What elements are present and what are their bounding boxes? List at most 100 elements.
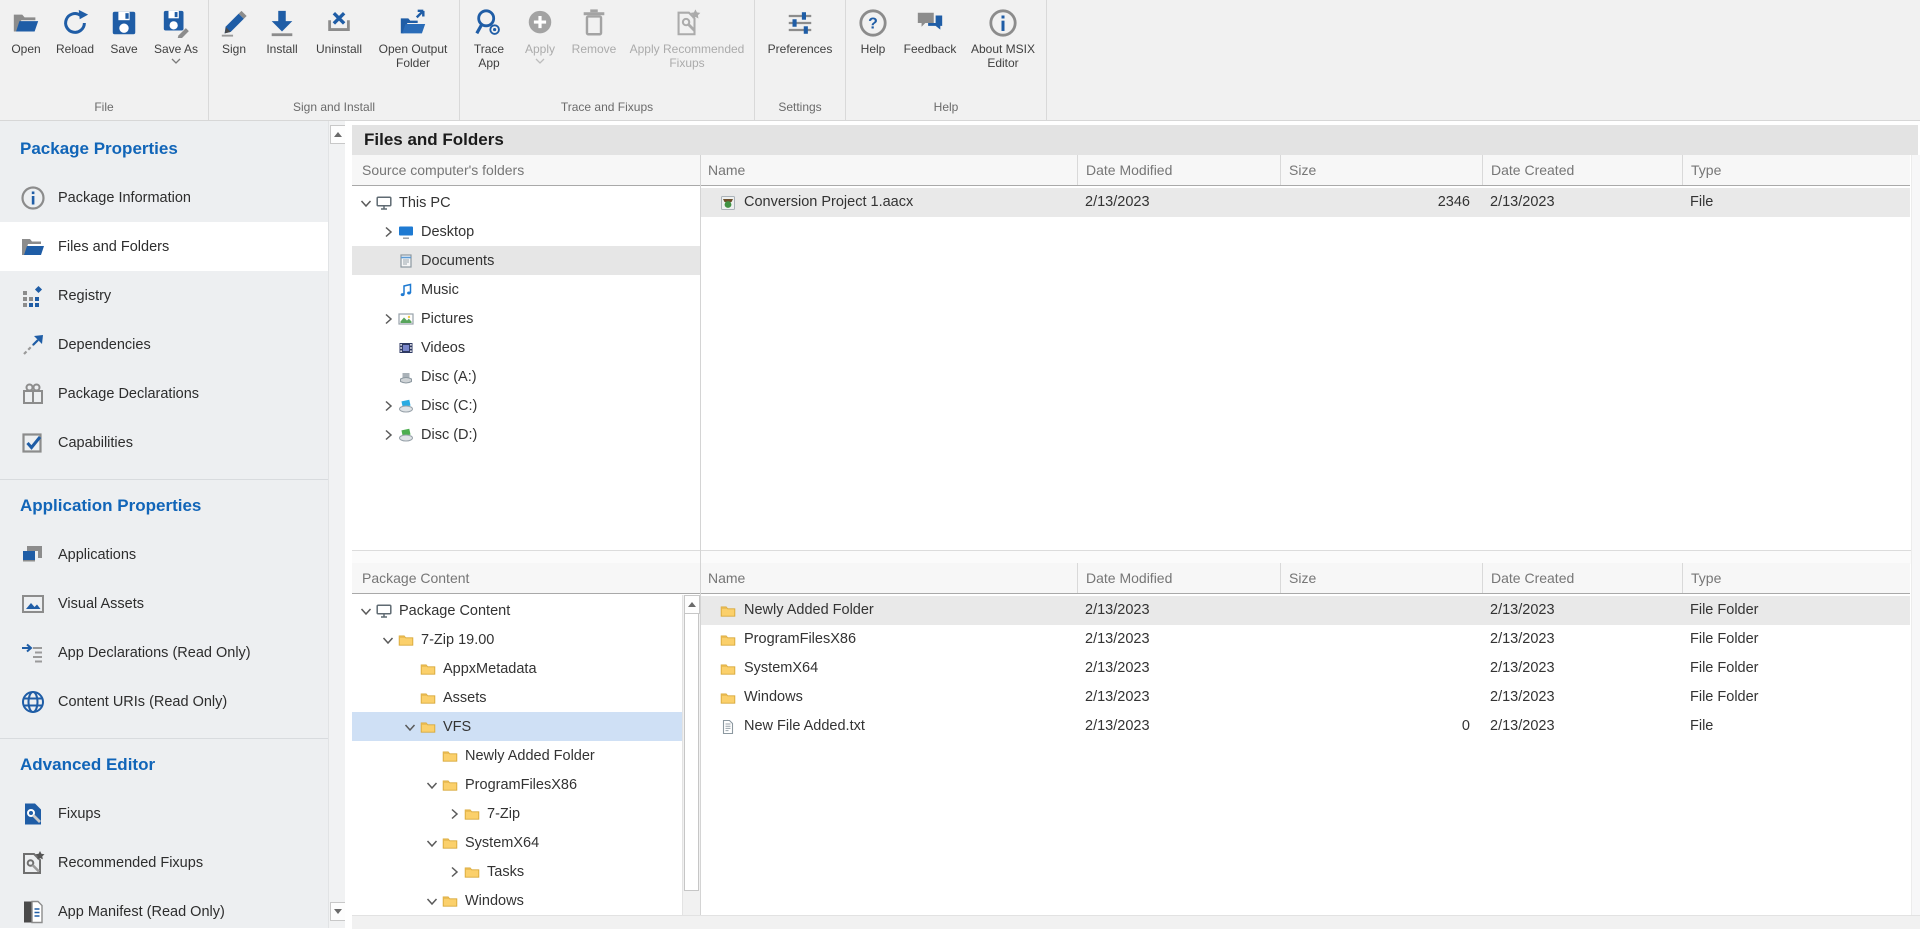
tree-item-vfs[interactable]: VFS: [352, 712, 683, 741]
table-row-newly-added-folder[interactable]: Newly Added Folder2/13/20232/13/2023File…: [700, 596, 1910, 625]
preferences-button[interactable]: Preferences: [758, 0, 842, 56]
save-as-button[interactable]: Save As: [147, 0, 205, 64]
tree-item-label: Package Content: [399, 603, 510, 619]
chevron-right-icon[interactable]: [380, 427, 396, 443]
table-row-programfilesx86[interactable]: ProgramFilesX862/13/20232/13/2023File Fo…: [700, 625, 1910, 654]
tree-item-this-pc[interactable]: This PC: [352, 188, 700, 217]
install-button[interactable]: Install: [256, 0, 308, 56]
sidebar-item-label: App Declarations (Read Only): [58, 645, 251, 661]
sign-button[interactable]: Sign: [212, 0, 256, 56]
table-row-conversion-project-1-aacx[interactable]: Conversion Project 1.aacx2/13/202323462/…: [700, 188, 1910, 217]
table-row-windows[interactable]: Windows2/13/20232/13/2023File Folder: [700, 683, 1910, 712]
trace-app-button[interactable]: Trace App: [463, 0, 515, 70]
chevron-down-icon[interactable]: [402, 719, 418, 735]
tree-item-videos[interactable]: Videos: [352, 333, 700, 362]
tree-item-disc-c[interactable]: Disc (C:): [352, 391, 700, 420]
chevron-right-icon[interactable]: [380, 311, 396, 327]
tree-item-pictures[interactable]: Pictures: [352, 304, 700, 333]
remove-button[interactable]: Remove: [565, 0, 623, 56]
table-row-new-file-added-txt[interactable]: New File Added.txt2/13/202302/13/2023Fil…: [700, 712, 1910, 741]
chevron-down-icon[interactable]: [424, 893, 440, 909]
apply-recommended-fixups-button[interactable]: Apply Recommended Fixups: [623, 0, 751, 70]
column-header-size[interactable]: Size: [1280, 155, 1482, 185]
horizontal-splitter[interactable]: [352, 550, 1920, 564]
tree-item-disc-a[interactable]: Disc (A:): [352, 362, 700, 391]
vertical-scrollbar-track[interactable]: [1911, 155, 1920, 915]
sidebar-item-recommended-fixups[interactable]: Recommended Fixups: [0, 838, 328, 887]
tree-item-disc-d[interactable]: Disc (D:): [352, 420, 700, 449]
tree-item-tasks[interactable]: Tasks: [352, 857, 683, 886]
save-button[interactable]: Save: [101, 0, 147, 56]
sidebar-item-dependencies[interactable]: Dependencies: [0, 320, 328, 369]
chevron-right-icon[interactable]: [446, 806, 462, 822]
chevron-down-icon[interactable]: [358, 603, 374, 619]
tree-item-desktop[interactable]: Desktop: [352, 217, 700, 246]
column-header-type[interactable]: Type: [1682, 155, 1910, 185]
help-button[interactable]: ?Help: [849, 0, 897, 56]
tree-item-windows[interactable]: Windows: [352, 886, 683, 915]
tree-item-systemx64[interactable]: SystemX64: [352, 828, 683, 857]
sidebar-item-capabilities[interactable]: Capabilities: [0, 418, 328, 467]
chevron-down-icon[interactable]: [380, 632, 396, 648]
tree-item-assets[interactable]: Assets: [352, 683, 683, 712]
about-msix-editor-icon: [988, 8, 1018, 38]
column-header-date-modified[interactable]: Date Modified: [1077, 155, 1280, 185]
sidebar-item-files-and-folders[interactable]: Files and Folders: [0, 222, 328, 271]
tree-item-package-content[interactable]: Package Content: [352, 596, 683, 625]
uninstall-button[interactable]: Uninstall: [308, 0, 370, 56]
scroll-up-button[interactable]: [684, 595, 700, 614]
scroll-down-button[interactable]: [330, 902, 346, 921]
sidebar-item-app-declarations-read-only[interactable]: App Declarations (Read Only): [0, 628, 328, 677]
sidebar-item-fixups[interactable]: Fixups: [0, 789, 328, 838]
open-button[interactable]: Open: [3, 0, 49, 56]
chevron-right-icon[interactable]: [380, 398, 396, 414]
sidebar-item-label: Fixups: [58, 806, 101, 822]
column-header-size[interactable]: Size: [1280, 563, 1482, 593]
chevron-down-icon[interactable]: [424, 835, 440, 851]
music-icon: [398, 282, 414, 298]
chevron-down-icon[interactable]: [358, 195, 374, 211]
package-tree-scrollbar[interactable]: [682, 595, 700, 915]
column-header-type[interactable]: Type: [1682, 563, 1910, 593]
column-header-name[interactable]: Name: [700, 155, 1077, 185]
date-created-cell: 2/13/2023: [1482, 596, 1682, 625]
tree-item-appxmetadata[interactable]: AppxMetadata: [352, 654, 683, 683]
folder-icon: [398, 632, 414, 648]
sidebar-section-divider: [0, 479, 328, 480]
tree-item-newly-added-folder[interactable]: Newly Added Folder: [352, 741, 683, 770]
sidebar-item-package-information[interactable]: Package Information: [0, 173, 328, 222]
tree-item-7-zip-19-00[interactable]: 7-Zip 19.00: [352, 625, 683, 654]
dropdown-chevron-icon: [171, 58, 181, 64]
table-row-systemx64[interactable]: SystemX642/13/20232/13/2023File Folder: [700, 654, 1910, 683]
scrollbar-thumb[interactable]: [684, 613, 699, 891]
sidebar-scrollbar[interactable]: [328, 121, 346, 928]
folder-icon: [442, 748, 458, 764]
about-msix-editor-button[interactable]: About MSIX Editor: [963, 0, 1043, 70]
sidebar-item-visual-assets[interactable]: Visual Assets: [0, 579, 328, 628]
reload-button[interactable]: Reload: [49, 0, 101, 56]
horizontal-scrollbar-track[interactable]: [352, 915, 1920, 929]
open-output-folder-button[interactable]: Open Output Folder: [370, 0, 456, 70]
tree-item-programfilesx86[interactable]: ProgramFilesX86: [352, 770, 683, 799]
sidebar-item-applications[interactable]: Applications: [0, 530, 328, 579]
sidebar-item-app-manifest-read-only[interactable]: App Manifest (Read Only): [0, 887, 328, 928]
tree-item-music[interactable]: Music: [352, 275, 700, 304]
column-header-date-created[interactable]: Date Created: [1482, 155, 1682, 185]
chevron-down-icon[interactable]: [424, 777, 440, 793]
sidebar-item-package-declarations[interactable]: Package Declarations: [0, 369, 328, 418]
column-header-date-created[interactable]: Date Created: [1482, 563, 1682, 593]
tree-item-label: Music: [421, 282, 459, 298]
apply-button[interactable]: Apply: [515, 0, 565, 64]
chevron-right-icon[interactable]: [380, 224, 396, 240]
vertical-pane-divider[interactable]: [700, 155, 701, 915]
tree-item-7-zip[interactable]: 7-Zip: [352, 799, 683, 828]
chevron-right-icon[interactable]: [446, 864, 462, 880]
column-header-name[interactable]: Name: [700, 563, 1077, 593]
scroll-up-button[interactable]: [330, 125, 346, 144]
expander-spacer: [380, 340, 396, 356]
feedback-button[interactable]: Feedback: [897, 0, 963, 56]
tree-item-documents[interactable]: Documents: [352, 246, 700, 275]
sidebar-item-registry[interactable]: Registry: [0, 271, 328, 320]
column-header-date-modified[interactable]: Date Modified: [1077, 563, 1280, 593]
sidebar-item-content-uris-read-only[interactable]: Content URIs (Read Only): [0, 677, 328, 726]
